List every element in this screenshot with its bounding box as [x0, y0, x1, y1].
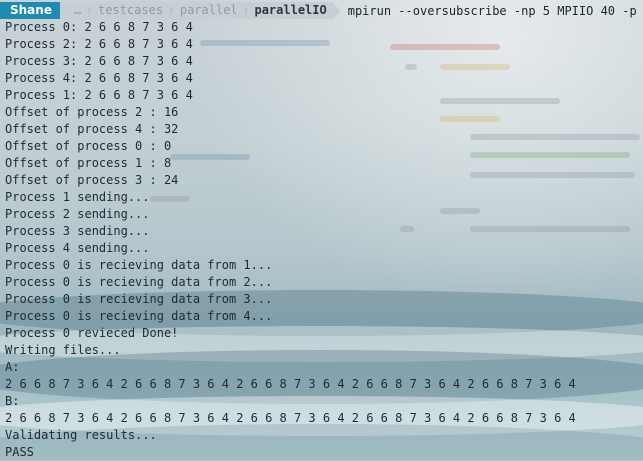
output-line: Process 1 sending... — [5, 190, 150, 204]
output-line: Process 0 is recieving data from 4... — [5, 309, 273, 323]
output-line: Process 4 sending... — [5, 241, 150, 255]
output-line: 2 6 6 8 7 3 6 4 2 6 6 8 7 3 6 4 2 6 6 8 … — [5, 411, 576, 425]
output-line: Process 3: 2 6 6 8 7 3 6 4 — [5, 54, 193, 68]
shell-prompt: Shane … › testcases › parallel › paralle… — [0, 2, 643, 19]
output-line: Writing files... — [5, 343, 121, 357]
chevron-right-icon: › — [169, 3, 174, 17]
prompt-segment-arrow — [332, 2, 341, 19]
output-line: Process 1: 2 6 6 8 7 3 6 4 — [5, 88, 193, 102]
output-line: Process 0 revieced Done! — [5, 326, 179, 340]
output-line: PASS — [5, 445, 34, 459]
output-line: Process 0 is recieving data from 1... — [5, 258, 273, 272]
output-line: Offset of process 0 : 0 — [5, 139, 172, 153]
chevron-right-icon: › — [243, 3, 249, 17]
output-line: Process 3 sending... — [5, 224, 150, 238]
output-line: Process 0: 2 6 6 8 7 3 6 4 — [5, 20, 193, 34]
path-ellipsis: … — [73, 3, 82, 17]
output-line: Process 2 sending... — [5, 207, 150, 221]
output-line: Offset of process 3 : 24 — [5, 173, 179, 187]
prompt-user-segment: Shane — [0, 2, 68, 19]
output-line: A: — [5, 360, 20, 374]
chevron-right-icon: › — [87, 3, 93, 17]
output-line: B: — [5, 394, 20, 408]
output-line: Offset of process 1 : 8 — [5, 156, 172, 170]
prompt-path-segment: … › testcases › parallel › parallelIO — [59, 2, 333, 19]
current-directory: parallelIO — [254, 3, 327, 17]
output-line: Process 0 is recieving data from 2... — [5, 275, 273, 289]
path-crumb: testcases — [98, 3, 164, 17]
output-line: Validating results... — [5, 428, 157, 442]
command-text[interactable]: mpirun --oversubscribe -np 5 MPIIO 40 -p — [348, 4, 637, 18]
output-line: Offset of process 4 : 32 — [5, 122, 179, 136]
output-line: Offset of process 2 : 16 — [5, 105, 179, 119]
prompt-user: Shane — [10, 3, 52, 17]
output-line: 2 6 6 8 7 3 6 4 2 6 6 8 7 3 6 4 2 6 6 8 … — [5, 377, 576, 391]
path-crumb: parallel — [179, 3, 238, 17]
output-line: Process 2: 2 6 6 8 7 3 6 4 — [5, 37, 193, 51]
terminal-output: Process 0: 2 6 6 8 7 3 6 4 Process 2: 2 6… — [5, 19, 576, 461]
output-line: Process 4: 2 6 6 8 7 3 6 4 — [5, 71, 193, 85]
output-line: Process 0 is recieving data from 3... — [5, 292, 273, 306]
